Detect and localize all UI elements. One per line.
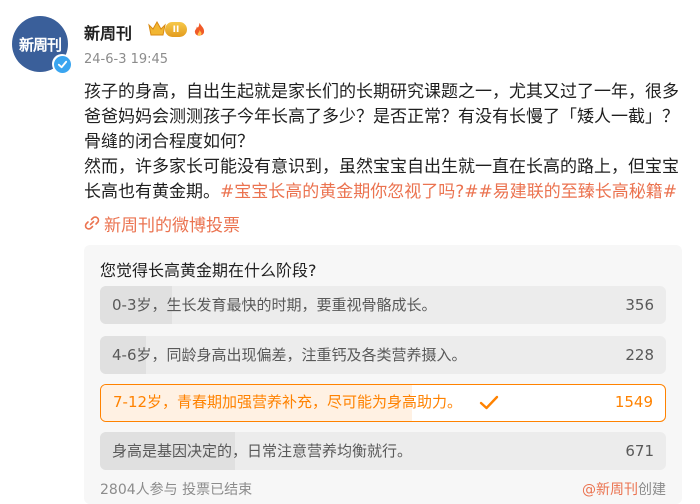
poll-option-label: 7-12岁，青春期加强营养补充，尽可能为身高助力。 bbox=[113, 393, 463, 411]
author-name[interactable]: 新周刊 bbox=[84, 20, 132, 44]
poll-option-count: 356 bbox=[625, 296, 654, 314]
member-level-badge[interactable]: II bbox=[165, 22, 187, 37]
poll-option-count: 671 bbox=[625, 442, 654, 460]
crown-icon bbox=[148, 20, 166, 36]
hashtag-link[interactable]: #宝宝长高的黄金期你忽视了吗?# bbox=[220, 182, 479, 202]
post-paragraph: 孩子的身高，自出生起就是家长们的长期研究课题之一，尤其又过了一年，很多爸爸妈妈会… bbox=[84, 82, 679, 152]
poll-creator-suffix: 创建 bbox=[638, 482, 666, 498]
poll-option-count: 1549 bbox=[614, 393, 653, 411]
poll-question: 您觉得长高黄金期在什么阶段? bbox=[100, 261, 317, 280]
verified-icon bbox=[52, 54, 72, 74]
poll-option-label: 身高是基因决定的，日常注意营养均衡就行。 bbox=[112, 442, 413, 460]
check-icon bbox=[479, 395, 499, 410]
poll-creator-link[interactable]: @新周刊 bbox=[582, 482, 638, 498]
post-header: 新周刊 新周刊 II 24-6-3 19:45 bbox=[0, 0, 700, 78]
poll-option[interactable]: 身高是基因决定的，日常注意营养均衡就行。 671 bbox=[100, 432, 666, 470]
poll-option[interactable]: 0-3岁，生长发育最快的时期，要重视骨骼成长。 356 bbox=[100, 286, 666, 324]
link-icon bbox=[84, 216, 100, 230]
post-timestamp[interactable]: 24-6-3 19:45 bbox=[84, 52, 168, 67]
poll-option-label: 4-6岁，同龄身高出现偏差，注重钙及各类营养摄入。 bbox=[112, 346, 467, 364]
poll-option-count: 228 bbox=[625, 346, 654, 364]
weibo-vote-link[interactable]: 新周刊的微博投票 bbox=[84, 210, 240, 236]
poll-option-selected[interactable]: 7-12岁，青春期加强营养补充，尽可能为身高助力。 1549 bbox=[100, 384, 666, 422]
vote-link-label: 新周刊的微博投票 bbox=[104, 215, 240, 236]
hashtag-link[interactable]: #易建联的至臻长高秘籍# bbox=[479, 182, 678, 202]
post-body: 孩子的身高，自出生起就是家长们的长期研究课题之一，尤其又过了一年，很多爸爸妈妈会… bbox=[84, 80, 684, 205]
post-paragraph: 然而，许多家长可能没有意识到，虽然宝宝自出生就一直在长高的路上，但宝宝长高也有黄… bbox=[84, 155, 684, 205]
poll-option[interactable]: 4-6岁，同龄身高出现偏差，注重钙及各类营养摄入。 228 bbox=[100, 336, 666, 374]
poll-summary: 2804人参与 投票已结束 bbox=[100, 482, 253, 498]
avatar-text: 新周刊 bbox=[18, 35, 62, 54]
poll-creator: @新周刊创建 bbox=[582, 479, 666, 499]
flame-icon[interactable] bbox=[192, 22, 207, 38]
poll-card: 您觉得长高黄金期在什么阶段? 0-3岁，生长发育最快的时期，要重视骨骼成长。 3… bbox=[84, 245, 682, 504]
poll-option-label: 0-3岁，生长发育最快的时期，要重视骨骼成长。 bbox=[112, 296, 437, 314]
